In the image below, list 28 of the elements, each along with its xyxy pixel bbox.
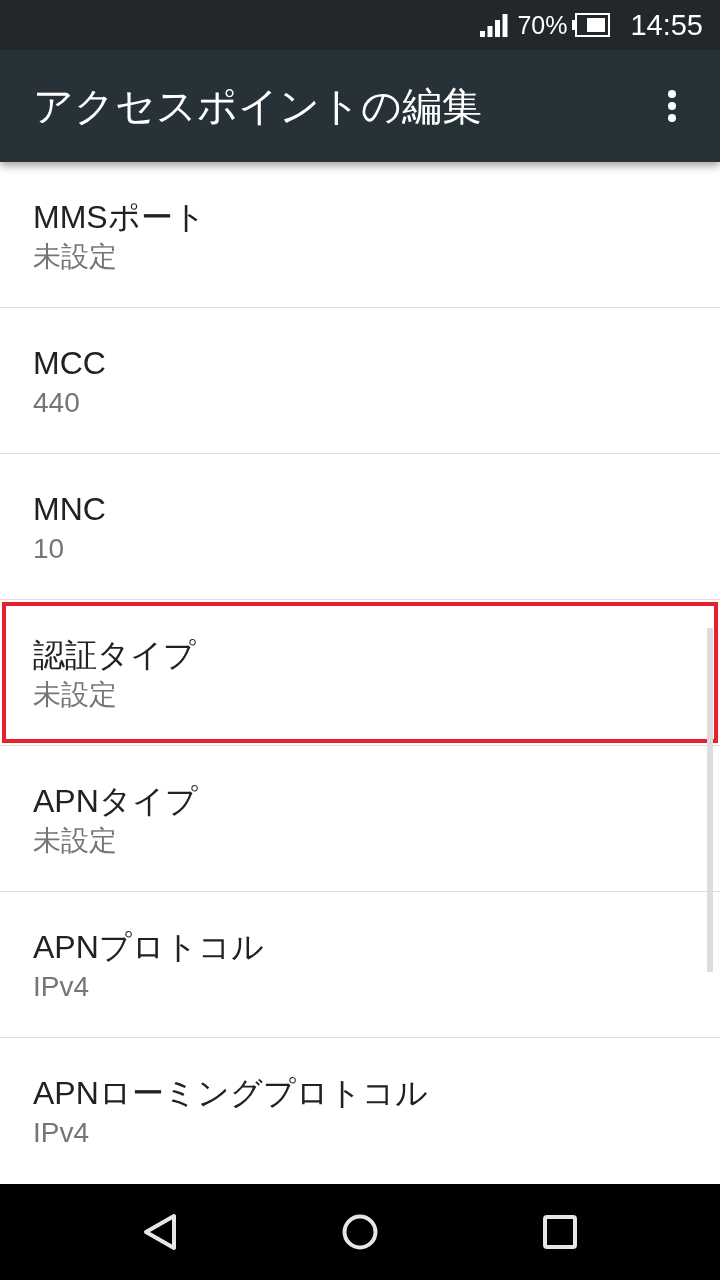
setting-title: MCC: [33, 344, 107, 383]
back-icon: [143, 1213, 177, 1251]
signal-icon: [480, 13, 509, 37]
battery-percentage: 70%: [517, 10, 568, 40]
home-icon: [342, 1214, 378, 1250]
setting-value: 未設定: [33, 678, 118, 712]
setting-title: 認証タイプ: [33, 636, 197, 675]
setting-value: 未設定: [33, 240, 118, 274]
setting-value: 10: [33, 532, 66, 566]
recent-apps-icon: [543, 1215, 577, 1249]
setting-value: IPv4: [33, 970, 91, 1004]
setting-item[interactable]: MMSポート 未設定: [0, 162, 720, 308]
app-bar-title: アクセスポイントの編集: [33, 83, 483, 130]
battery-icon: [572, 13, 611, 37]
setting-title: APNローミングプロトコル: [33, 1074, 429, 1113]
setting-title: MMSポート: [33, 198, 207, 237]
clock-time: 14:55: [630, 8, 703, 42]
more-vertical-icon: [668, 90, 676, 122]
setting-value: 440: [33, 386, 81, 420]
setting-value: 未設定: [33, 824, 118, 858]
setting-title: APNタイプ: [33, 782, 199, 821]
setting-title: APNプロトコル: [33, 928, 265, 967]
setting-item[interactable]: 認証タイプ 未設定: [0, 600, 720, 746]
setting-title: MNC: [33, 490, 107, 529]
setting-value: IPv4: [33, 1116, 91, 1150]
setting-item[interactable]: MCC 440: [0, 308, 720, 454]
setting-item[interactable]: APNローミングプロトコル IPv4: [0, 1038, 720, 1184]
setting-item[interactable]: MNC 10: [0, 454, 720, 600]
